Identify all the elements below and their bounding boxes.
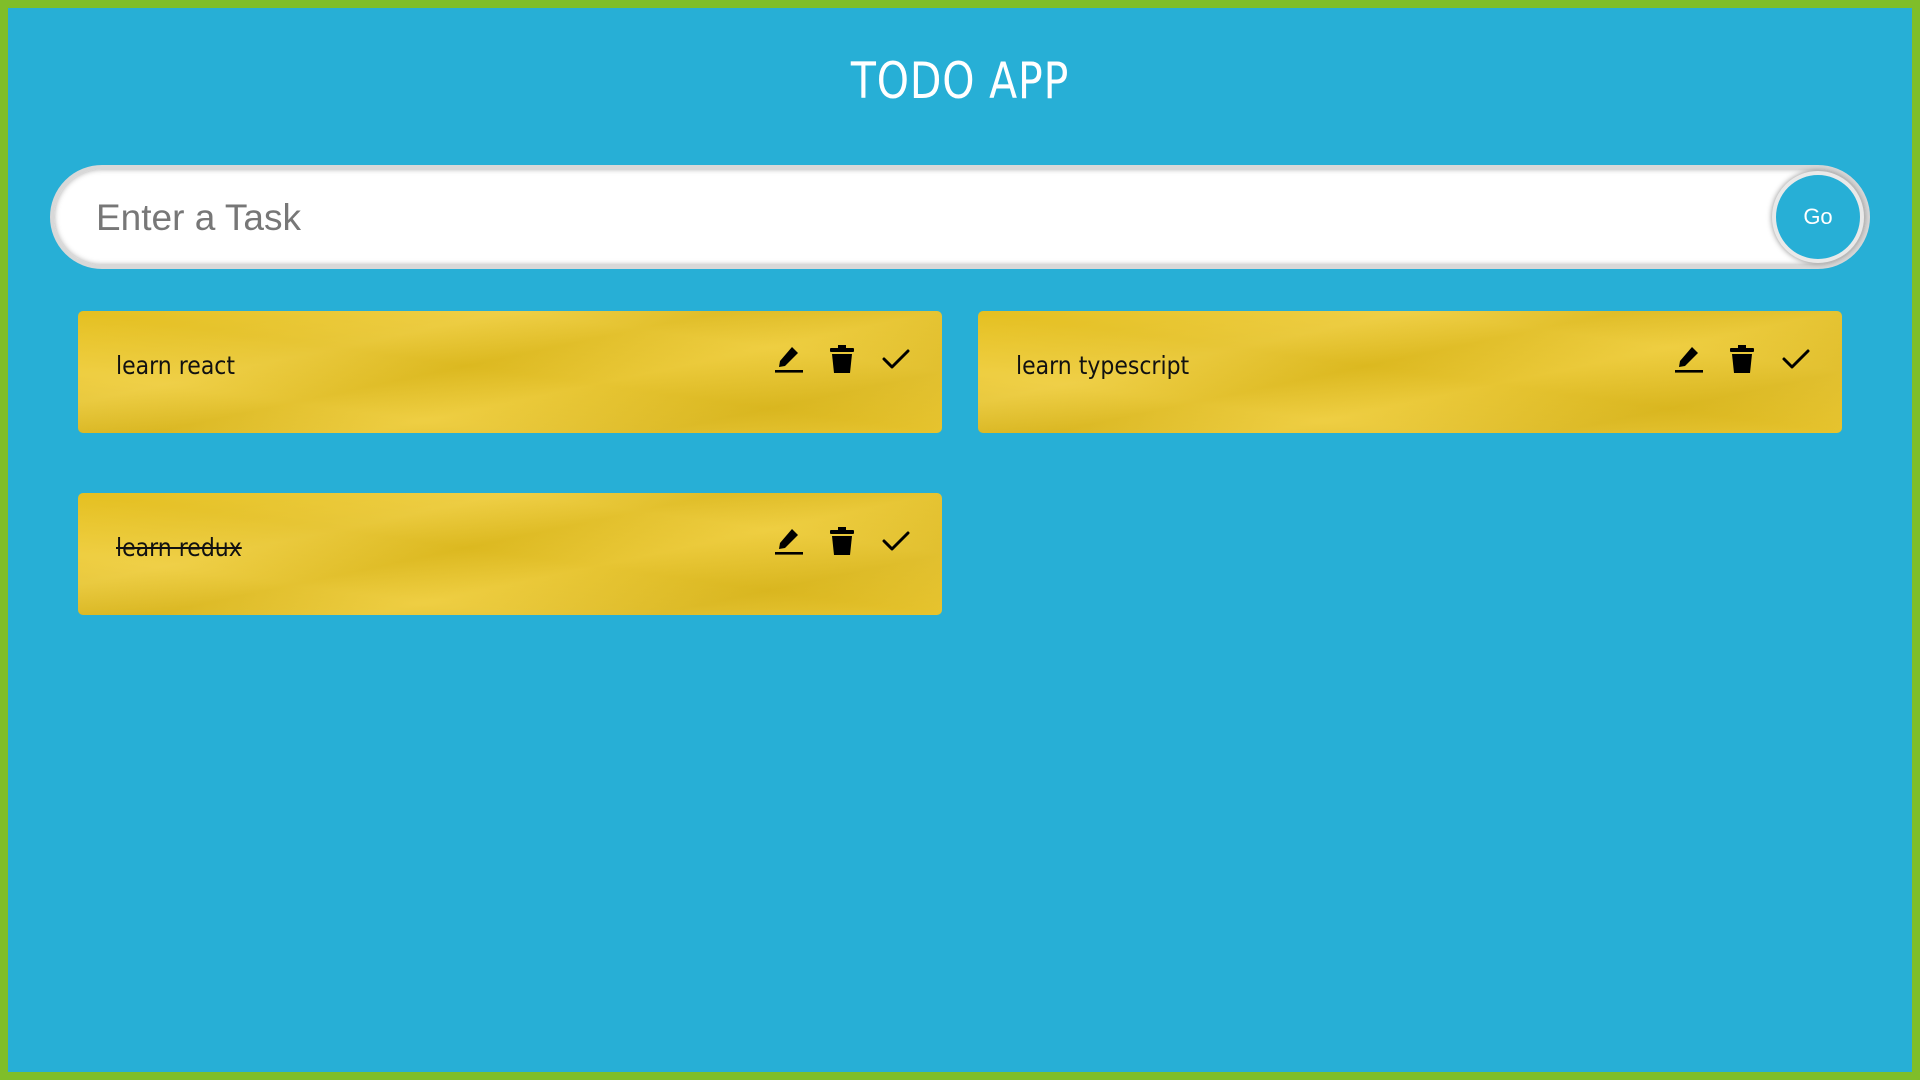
task-text: learn react <box>116 351 236 380</box>
task-text-completed: learn redux <box>116 533 242 562</box>
edit-icon[interactable] <box>772 525 804 557</box>
page-title: TODO APP <box>850 52 1070 110</box>
task-input[interactable] <box>94 187 1698 249</box>
task-actions <box>772 343 912 375</box>
task-card: learn redux <box>78 493 942 615</box>
edit-icon[interactable] <box>1672 343 1704 375</box>
task-form: Go <box>50 165 1870 269</box>
trash-icon[interactable] <box>1726 343 1758 375</box>
task-text: learn typescript <box>1016 351 1190 380</box>
task-actions <box>1672 343 1812 375</box>
task-actions <box>772 525 912 557</box>
trash-icon[interactable] <box>826 525 858 557</box>
check-icon[interactable] <box>880 525 912 557</box>
task-card: learn typescript <box>978 311 1842 433</box>
check-icon[interactable] <box>880 343 912 375</box>
app-container: TODO APP Go learn react learn typescript <box>8 8 1912 1072</box>
check-icon[interactable] <box>1780 343 1812 375</box>
task-card: learn react <box>78 311 942 433</box>
edit-icon[interactable] <box>772 343 804 375</box>
trash-icon[interactable] <box>826 343 858 375</box>
go-button[interactable]: Go <box>1772 171 1864 263</box>
